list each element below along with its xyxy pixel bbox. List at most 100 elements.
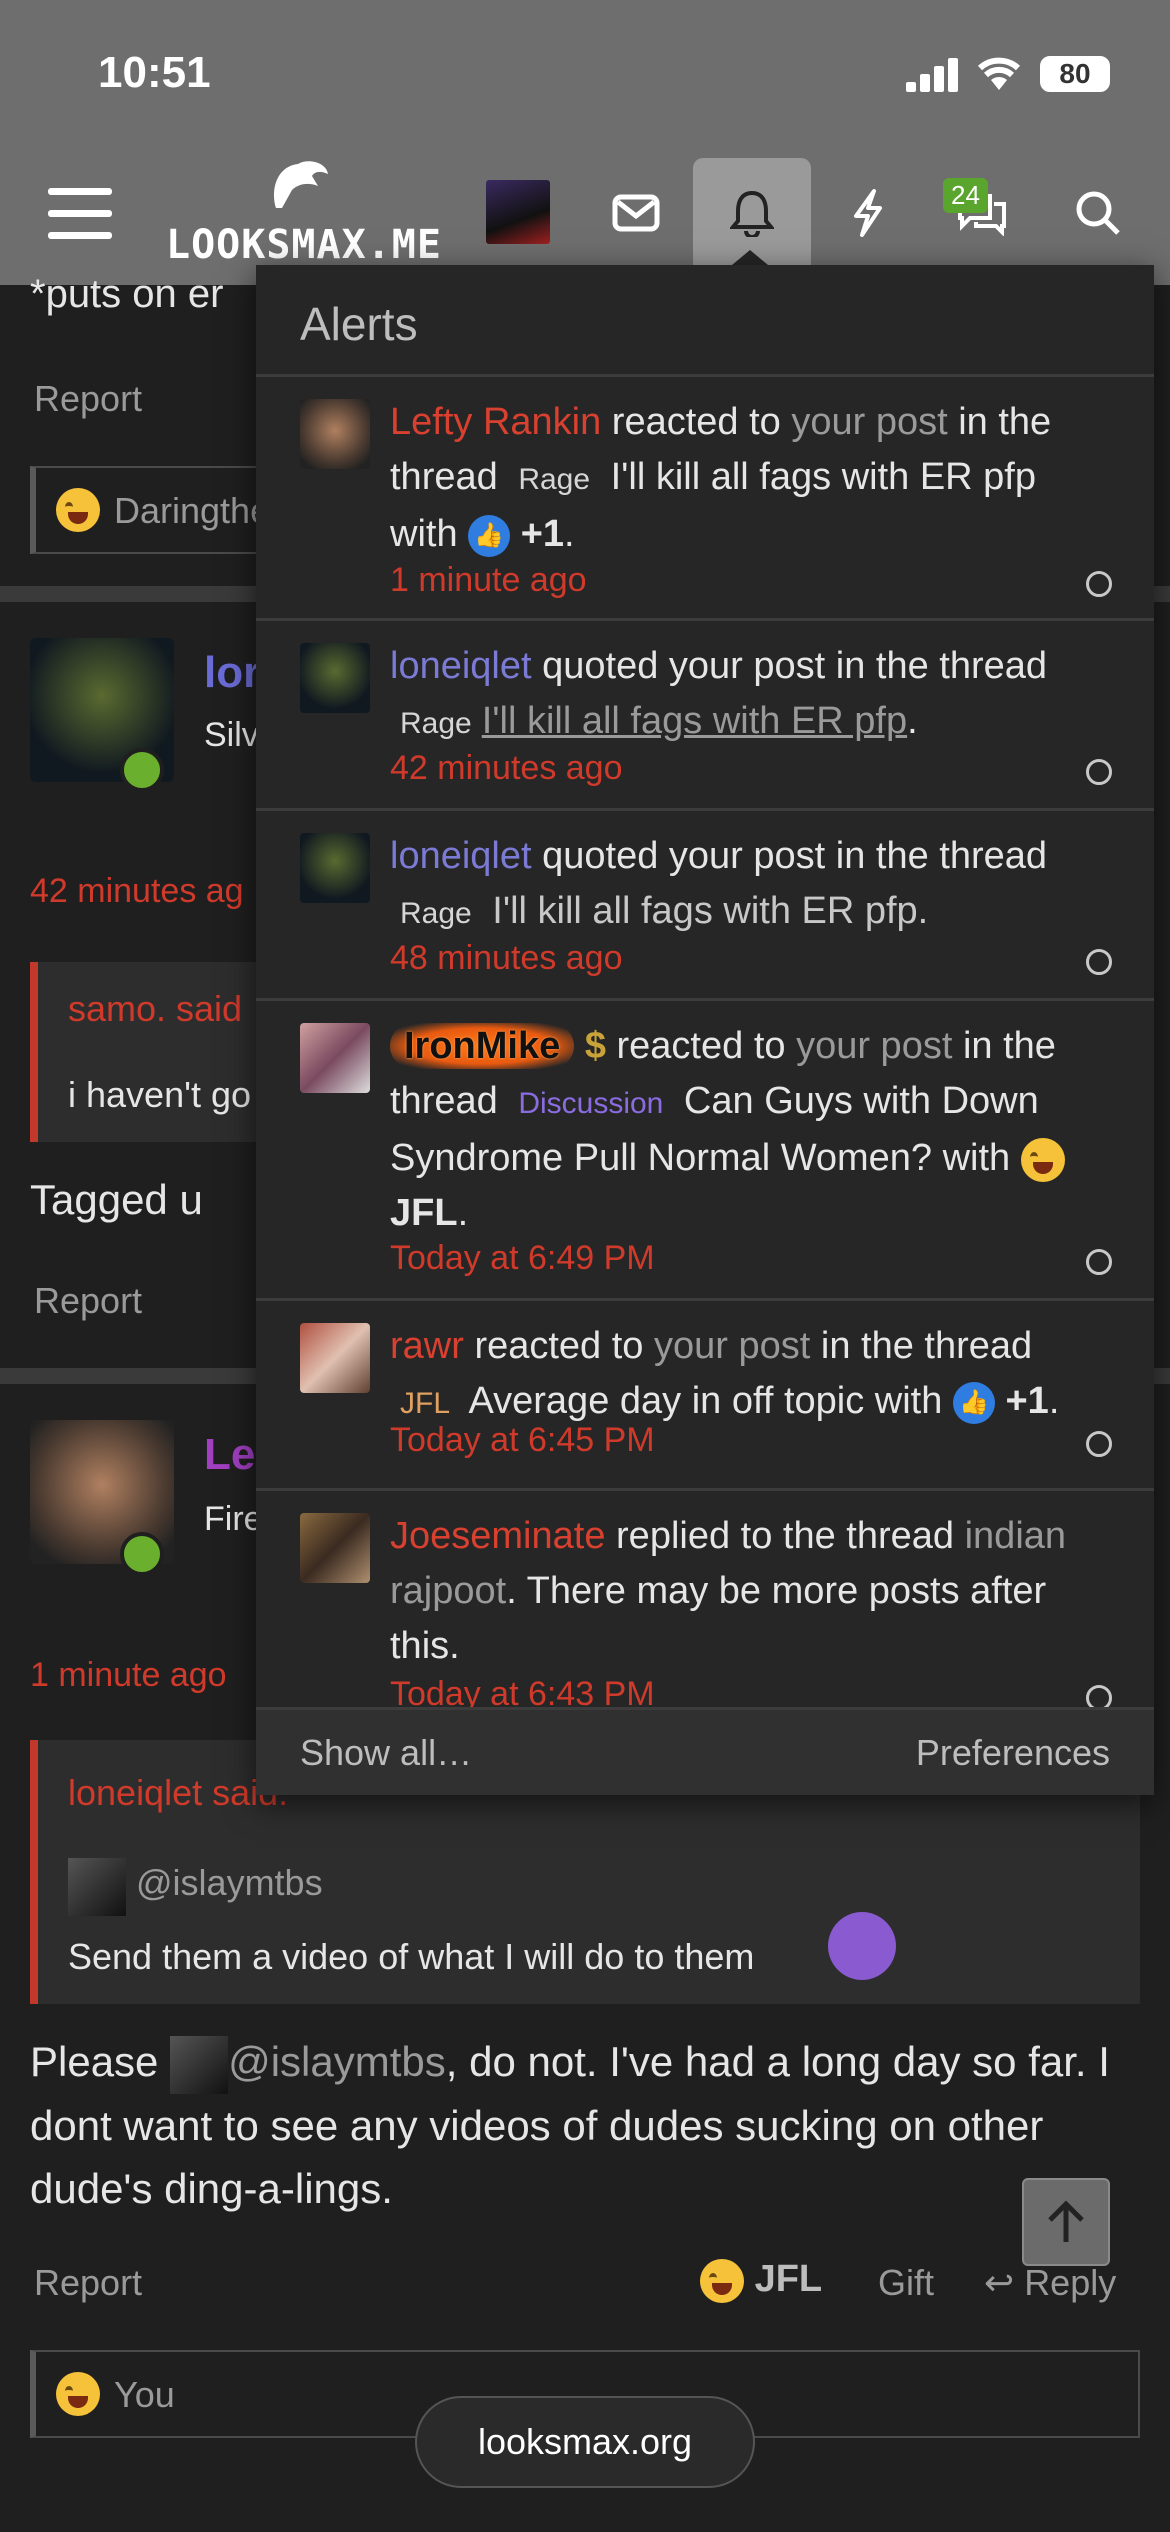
post-username[interactable]: Le — [204, 1430, 255, 1480]
alerts-footer: Show all… Preferences — [256, 1707, 1154, 1795]
alert-item[interactable]: loneiqlet quoted your post in the thread… — [256, 621, 1154, 811]
alert-time: Today at 6:45 PM — [390, 1421, 655, 1459]
mark-read-icon[interactable] — [1086, 1431, 1112, 1457]
chat-icon[interactable] — [922, 158, 1042, 268]
reaction-summary-text: Daringthe — [114, 490, 271, 531]
alert-text: Lefty Rankin reacted to your post in the… — [390, 395, 1110, 562]
mark-read-icon[interactable] — [1086, 759, 1112, 785]
post-time[interactable]: 1 minute ago — [30, 1656, 227, 1695]
laughing-crying-emoji-icon — [56, 2372, 100, 2416]
post-body-text: Please — [30, 2038, 171, 2085]
alert-avatar[interactable] — [300, 1323, 370, 1393]
laughing-crying-emoji-icon — [56, 488, 100, 532]
alert-text: loneiqlet quoted your post in the thread… — [390, 639, 1110, 751]
alert-time: 42 minutes ago — [390, 749, 623, 787]
show-all-link[interactable]: Show all… — [300, 1732, 472, 1774]
mark-read-icon[interactable] — [1086, 1249, 1112, 1275]
signal-icon — [906, 58, 958, 92]
mark-read-icon[interactable] — [1086, 1685, 1112, 1707]
reaction-label: JFL — [390, 1192, 458, 1234]
alert-user[interactable]: IronMike — [390, 1023, 575, 1069]
report-link[interactable]: Report — [34, 1280, 142, 1322]
alert-user[interactable]: rawr — [390, 1325, 464, 1367]
preferences-link[interactable]: Preferences — [916, 1732, 1110, 1774]
site-domain-pill[interactable]: looksmax.org — [415, 2396, 755, 2488]
jfl-reaction-button[interactable]: JFL — [700, 2258, 822, 2303]
thread-prefix: JFL — [400, 1387, 451, 1420]
quote-text: i haven't go — [68, 1074, 252, 1115]
thread-title[interactable]: I'll kill all fags with ER pfp — [482, 700, 907, 742]
mention-user[interactable]: @islaymtbs — [136, 1862, 323, 1904]
alert-avatar[interactable] — [300, 399, 370, 469]
alert-text-part: . — [1048, 1380, 1060, 1422]
alert-text: rawr reacted to your post in the thread … — [390, 1319, 1110, 1431]
alert-user[interactable]: Joeseminate — [390, 1515, 605, 1557]
alert-time: 1 minute ago — [390, 561, 587, 599]
post-username[interactable]: lor — [204, 648, 260, 698]
alert-text-part: quoted your post in the thread — [531, 645, 1048, 687]
post-time[interactable]: 42 minutes ag — [30, 872, 244, 911]
search-icon[interactable] — [1038, 158, 1158, 268]
alert-item[interactable]: Lefty Rankin reacted to your post in the… — [256, 377, 1154, 621]
alert-avatar[interactable] — [300, 643, 370, 713]
gift-button[interactable]: Gift — [878, 2262, 934, 2304]
alert-item[interactable]: rawr reacted to your post in the thread … — [256, 1301, 1154, 1491]
alert-link[interactable]: your post — [654, 1325, 810, 1367]
report-link[interactable]: Report — [34, 378, 142, 420]
thread-prefix: Rage — [400, 897, 472, 930]
alert-text-part: . — [457, 1192, 469, 1234]
mail-icon[interactable] — [576, 158, 696, 268]
alert-item[interactable]: IronMike $ reacted to your post in the t… — [256, 1001, 1154, 1301]
menu-icon[interactable] — [20, 158, 140, 268]
alert-time: 48 minutes ago — [390, 939, 623, 977]
reaction-label: +1 — [1005, 1380, 1049, 1422]
alerts-header: Alerts — [256, 265, 1154, 377]
user-title: Fire — [204, 1500, 263, 1538]
alert-link[interactable]: your post — [791, 401, 947, 443]
alert-time: Today at 6:49 PM — [390, 1239, 655, 1277]
quote-author[interactable]: samo. said — [68, 988, 242, 1030]
alert-text-part: reacted to — [605, 1025, 797, 1067]
thread-prefix: Rage — [518, 463, 591, 496]
like-icon: 👍 — [468, 514, 511, 557]
battery-indicator: 80 — [1040, 56, 1110, 92]
like-icon: 👍 — [952, 1381, 995, 1424]
alert-avatar[interactable] — [300, 1513, 370, 1583]
alert-text-part: in the thread — [810, 1325, 1033, 1367]
alert-text-part: . — [907, 700, 918, 742]
alert-user[interactable]: Lefty Rankin — [390, 401, 601, 443]
alert-time: Today at 6:43 PM — [390, 1675, 655, 1707]
alert-item[interactable]: loneiqlet quoted your post in the thread… — [256, 811, 1154, 1001]
alert-text-part: quoted your post in the thread — [531, 835, 1048, 877]
top-bar: 10:51 80 LOOKSMAX.ME 24 — [0, 0, 1170, 285]
post-body: Tagged u — [30, 1176, 203, 1223]
avatar[interactable] — [486, 180, 550, 244]
laughing-crying-emoji-icon — [1020, 1137, 1065, 1182]
alert-user[interactable]: loneiqlet — [390, 645, 532, 687]
thread-title[interactable]: I'll kill all fags with ER pfp. — [482, 890, 928, 932]
alert-text: IronMike $ reacted to your post in the t… — [390, 1019, 1110, 1241]
alert-item[interactable]: Joeseminate replied to the thread indian… — [256, 1491, 1154, 1707]
mark-read-icon[interactable] — [1086, 571, 1112, 597]
devil-emoji-icon — [828, 1912, 896, 1980]
scroll-top-button[interactable] — [1022, 2178, 1110, 2266]
alert-link[interactable]: your post — [796, 1025, 952, 1067]
lightning-icon[interactable] — [808, 158, 928, 268]
reply-label: Reply — [1024, 2262, 1117, 2303]
reaction-summary-text: You — [114, 2374, 175, 2415]
alert-avatar[interactable] — [300, 1023, 370, 1093]
alert-text: Joeseminate replied to the thread indian… — [390, 1509, 1110, 1674]
alert-text-part: replied to the thread — [605, 1515, 965, 1557]
alert-user[interactable]: loneiqlet — [390, 835, 532, 877]
reply-button[interactable]: ↩ Reply — [984, 2262, 1116, 2304]
report-link[interactable]: Report — [34, 2262, 142, 2304]
mark-read-icon[interactable] — [1086, 949, 1112, 975]
dollar-icon: $ — [584, 1025, 606, 1067]
thread-title[interactable]: Average day in off topic with — [460, 1380, 953, 1422]
logo-hair-icon — [274, 161, 328, 208]
quote-text: Send them a video of what I will do to t… — [68, 1936, 755, 1977]
mention-avatar — [170, 2035, 229, 2094]
alert-avatar[interactable] — [300, 833, 370, 903]
mention-link[interactable]: @islaymtbs — [228, 2038, 446, 2085]
alert-text-part: . — [564, 513, 575, 555]
